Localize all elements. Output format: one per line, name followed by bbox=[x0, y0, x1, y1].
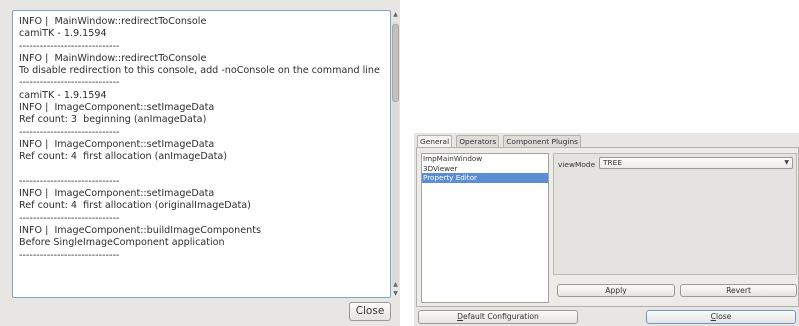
revert-button[interactable]: Revert bbox=[680, 284, 797, 297]
log-line: Ref count: 4 first allocation (anImageDa… bbox=[19, 151, 227, 163]
viewer-item-impmainwindow[interactable]: ImpMainWindow bbox=[422, 154, 548, 164]
log-separator: ----------------------------- bbox=[19, 249, 120, 261]
log-separator: ----------------------------- bbox=[19, 212, 120, 224]
log-separator: ----------------------------- bbox=[19, 126, 120, 138]
settings-close-button[interactable]: Close bbox=[646, 310, 796, 324]
log-line: Before SingleImageComponent application bbox=[19, 237, 225, 249]
viewer-item-property-editor[interactable]: Property Editor bbox=[422, 173, 548, 183]
log-line: Ref count: 3 beginning (anImageData) bbox=[19, 114, 207, 126]
log-line: camiTK - 1.9.1594 bbox=[19, 28, 107, 40]
log-line: INFO | MainWindow::redirectToConsole bbox=[19, 52, 207, 64]
settings-dialog: General Operators Component Plugins ImpM… bbox=[414, 133, 799, 326]
log-line: INFO | MainWindow::redirectToConsole bbox=[19, 16, 207, 27]
console-scrollbar[interactable]: ▲ ▲ ▼ bbox=[391, 10, 400, 299]
general-tab-content: ImpMainWindow 3DViewer Property Editor v… bbox=[416, 147, 799, 307]
default-configuration-button[interactable]: Default Configuration bbox=[418, 310, 578, 324]
apply-button[interactable]: Apply bbox=[557, 284, 675, 297]
console-window: INFO | MainWindow::redirectToConsole cami… bbox=[0, 0, 400, 326]
tab-operators[interactable]: Operators bbox=[456, 135, 500, 147]
view-mode-select[interactable]: TREE ▼ bbox=[599, 157, 793, 169]
scroll-up-icon[interactable]: ▲ bbox=[391, 10, 400, 20]
view-mode-label: viewMode bbox=[558, 160, 596, 169]
viewer-item-3dviewer[interactable]: 3DViewer bbox=[422, 164, 548, 174]
log-line: INFO | ImageComponent::buildImageCompone… bbox=[19, 225, 261, 237]
log-line: camiTK - 1.9.1594 bbox=[19, 89, 107, 101]
log-separator: ----------------------------- bbox=[19, 77, 120, 89]
settings-tab-bar: General Operators Component Plugins bbox=[417, 135, 581, 147]
view-mode-value: TREE bbox=[603, 158, 622, 167]
scrollbar-thumb[interactable] bbox=[392, 24, 399, 102]
log-separator: ----------------------------- bbox=[19, 175, 120, 187]
tab-component-plugins[interactable]: Component Plugins bbox=[503, 135, 581, 147]
chevron-down-icon: ▼ bbox=[784, 159, 789, 166]
console-close-button[interactable]: Close bbox=[349, 302, 391, 321]
log-separator: ----------------------------- bbox=[19, 40, 120, 52]
log-line: To disable redirection to this console, … bbox=[19, 65, 380, 77]
log-line: INFO | ImageComponent::setImageData bbox=[19, 138, 215, 150]
viewer-properties-area: viewMode TREE ▼ bbox=[553, 153, 797, 275]
log-line: INFO | ImageComponent::setImageData bbox=[19, 102, 215, 114]
viewer-list[interactable]: ImpMainWindow 3DViewer Property Editor bbox=[421, 153, 549, 303]
log-line: INFO | ImageComponent::setImageData bbox=[19, 188, 215, 200]
scroll-down-icon[interactable]: ▼ bbox=[391, 289, 400, 299]
console-log-text: INFO | MainWindow::redirectToConsole cami… bbox=[19, 16, 385, 262]
log-line: Ref count: 4 first allocation (originalI… bbox=[19, 200, 251, 212]
tab-general[interactable]: General bbox=[417, 135, 453, 147]
console-log-view[interactable]: INFO | MainWindow::redirectToConsole cami… bbox=[12, 10, 391, 298]
